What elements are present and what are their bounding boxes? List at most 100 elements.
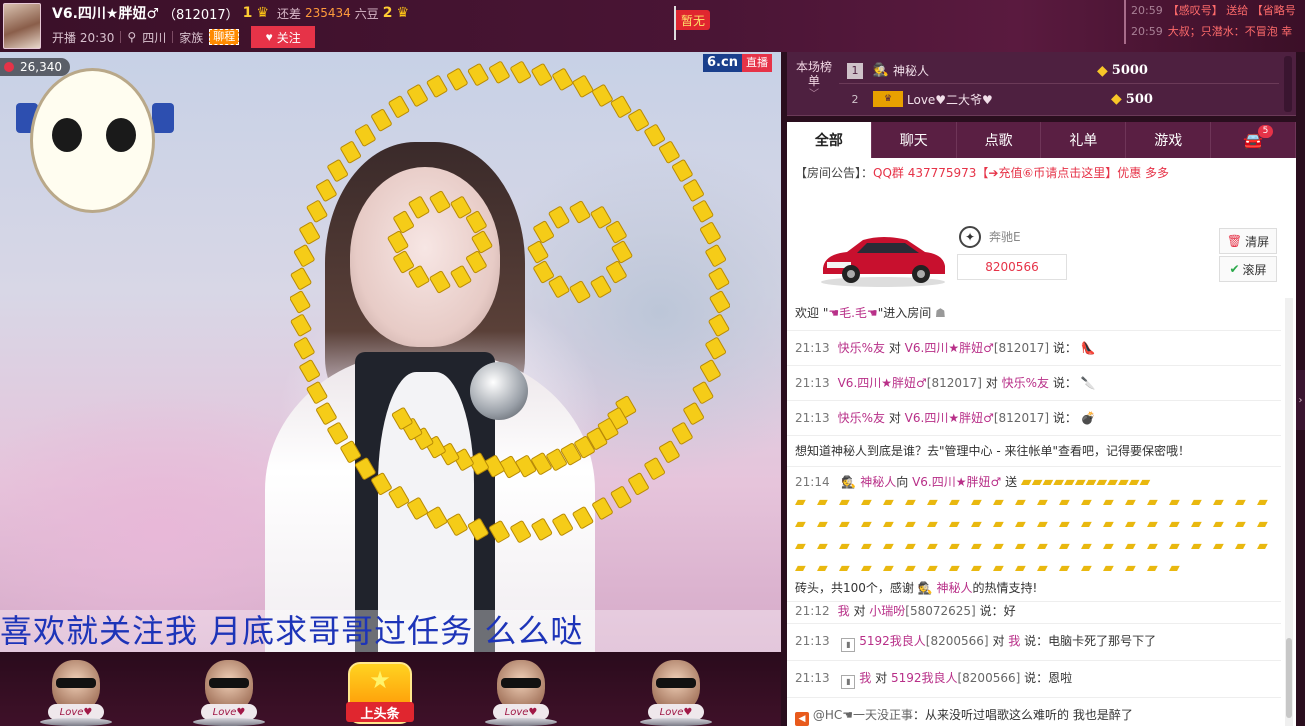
gift-sender[interactable]: 神秘人 <box>860 475 896 489</box>
chevron-right-icon[interactable]: › <box>1296 370 1305 430</box>
live-video[interactable]: 26,340 6.cn 直播 喜欢就关注我 月底求哥哥过任务 么么哒 <box>0 52 781 652</box>
brick-icon <box>531 63 553 86</box>
message-sender[interactable]: 快乐%友 <box>838 341 885 355</box>
message-say: 说： <box>1052 411 1077 425</box>
brick-icon <box>299 222 320 245</box>
mystery-user-icon: 🕵 <box>841 475 857 489</box>
message-verb: 对 <box>992 634 1005 648</box>
leaderboard-row[interactable]: 1 🕵 神秘人 ◆ 5000 <box>839 58 1279 84</box>
message-time: 21:13 <box>795 411 830 425</box>
brick-gift-icon: ▰ <box>1037 494 1048 510</box>
brick-gift-icon: ▰ <box>1103 494 1114 510</box>
brick-icon <box>407 497 428 520</box>
flag-badge[interactable]: 暂无 <box>670 6 712 40</box>
announcement-text: QQ群 437775973【➔充值⑥币请点击这里】优惠 多多 <box>873 166 1170 180</box>
scrollbar-thumb[interactable] <box>1286 638 1292 718</box>
guard-seat[interactable]: Love♥ <box>640 660 712 726</box>
leaderboard-scrollbar[interactable] <box>1284 56 1292 112</box>
tab-chat[interactable]: 聊天 <box>872 122 957 158</box>
message-receiver[interactable]: V6.四川★胖妞♂ <box>905 411 994 425</box>
message-sender[interactable]: 5192我良人 <box>859 634 926 648</box>
tab-song-request[interactable]: 点歌 <box>957 122 1042 158</box>
brick-gift-icon: ▰ <box>1139 474 1151 490</box>
leaderboard-row[interactable]: 2 ♛ Love♥二大爷♥ ◆ 500 <box>839 86 1279 112</box>
brick-gift-icon: ▰ <box>1147 516 1158 532</box>
brick-icon <box>293 244 315 267</box>
host-avatar[interactable] <box>3 3 41 49</box>
guard-seat[interactable]: Love♥ <box>485 660 557 726</box>
message-sender[interactable]: 我 <box>838 604 850 618</box>
follow-button[interactable]: ♥ 关注 <box>251 26 316 48</box>
leaderboard-name: 神秘人 <box>893 64 930 78</box>
chat-scrollbar[interactable] <box>1285 298 1293 726</box>
tab-cars[interactable]: 🚘 5 <box>1211 122 1296 158</box>
brick-icon <box>692 381 714 404</box>
tab-gift-list[interactable]: 礼单 <box>1041 122 1127 158</box>
brick-gift-icon: ▰ <box>1125 560 1136 576</box>
gift-thanks-user[interactable]: 神秘人 <box>937 581 973 595</box>
brick-icon <box>408 196 430 219</box>
brick-gift-icon: ▰ <box>1125 494 1136 510</box>
message-receiver[interactable]: 小瑞吩 <box>869 604 905 618</box>
brick-icon <box>700 359 721 382</box>
family-tag[interactable]: 聊程 <box>209 29 240 45</box>
diff-unit: 六豆 <box>354 6 379 21</box>
brick-gift-icon: ▰ <box>1037 560 1048 576</box>
clear-screen-button[interactable]: 🗑 清屏 <box>1219 228 1277 254</box>
brick-icon <box>306 200 328 223</box>
brick-gift-icon: ▰ <box>1031 474 1043 490</box>
message-receiver[interactable]: V6.四川★胖妞♂ <box>905 341 994 355</box>
brick-gift-icon: ▰ <box>817 516 828 532</box>
welcome-user[interactable]: ☚毛.毛☚ <box>828 306 877 320</box>
vip-badge-icon: ♛ <box>873 91 903 107</box>
brick-gift-icon: ▰ <box>993 516 1004 532</box>
tab-all[interactable]: 全部 <box>787 122 872 158</box>
brick-gift-icon: ▰ <box>1081 560 1092 576</box>
brick-icon <box>592 84 613 107</box>
system-tip: 想知道神秘人到底是谁？去"管理中心 - 来往帐单"查看吧，记得要保密哦！ <box>787 436 1281 467</box>
car-entrance-banner: ✦ 奔驰E 8200566 <box>817 220 1287 292</box>
room-announcement[interactable]: 【房间公告】：QQ群 437775973【➔充值⑥币请点击这里】优惠 多多 <box>795 164 1285 181</box>
gift-receiver[interactable]: V6.四川★胖妞♂ <box>912 475 1001 489</box>
headline-button[interactable]: ★ 上头条 <box>346 662 414 724</box>
flag-label: 暂无 <box>676 10 710 30</box>
message-receiver[interactable]: 5192我良人 <box>891 671 958 685</box>
brick-icon <box>489 520 510 543</box>
brick-gift-icon: ▰ <box>949 516 960 532</box>
message-sender[interactable]: V6.四川★胖妞♂ <box>838 376 927 390</box>
message-sender[interactable]: @HC☚一天没正事 <box>813 708 913 722</box>
brick-icon <box>371 109 392 132</box>
message-time: 21:12 <box>795 604 830 618</box>
list-item: 21:13 ▮ 我 对 5192我良人[8200566] 说：恩啦 <box>787 661 1281 698</box>
brick-gift-icon: ▰ <box>1107 474 1118 490</box>
gift-thanks-text: 的热情支持! <box>972 581 1038 595</box>
sunglasses-icon <box>656 678 696 688</box>
brick-icon <box>290 314 312 337</box>
chat-tabs: 全部 聊天 点歌 礼单 游戏 🚘 5 <box>787 122 1296 158</box>
brick-gift-icon: ▰ <box>1059 494 1070 510</box>
brick-gift-icon: ▰ <box>927 494 938 510</box>
brick-icon <box>644 457 666 480</box>
guard-seat[interactable]: Love♥ <box>40 660 112 726</box>
brick-gift-icon: ▰ <box>861 560 872 576</box>
top-message-text: 大叔；只潜水：不冒泡 幸 <box>1167 25 1293 38</box>
brick-gift-icon: ▰ <box>1074 474 1086 490</box>
message-sender[interactable]: 我 <box>859 671 871 685</box>
message-sender[interactable]: 快乐%友 <box>838 411 885 425</box>
auto-scroll-button[interactable]: ✔ 滚屏 <box>1219 256 1277 282</box>
brick-icon <box>447 68 468 91</box>
brick-icon <box>290 290 311 314</box>
brick-gift-icon: ▰ <box>927 538 938 554</box>
brick-icon <box>429 270 451 294</box>
message-receiver[interactable]: 快乐%友 <box>1002 376 1049 390</box>
chat-message-list[interactable]: 欢迎 "☚毛.毛☚"进入房间 ☗ 21:13 快乐%友 对 V6.四川★胖妞♂[8… <box>787 296 1281 726</box>
leaderboard-title[interactable]: 本场榜单 ﹀ <box>795 60 833 102</box>
host-name[interactable]: V6.四川★胖妞♂ <box>52 3 159 23</box>
tab-games[interactable]: 游戏 <box>1126 122 1212 158</box>
live-label: 直播 <box>741 54 772 72</box>
leaderboard-rank: 1 <box>847 62 863 79</box>
brick-gift-icon: ▰ <box>1053 474 1065 490</box>
seat-pedestal <box>485 718 557 726</box>
guard-seat[interactable]: Love♥ <box>193 660 265 726</box>
message-receiver[interactable]: 我 <box>1008 634 1020 648</box>
